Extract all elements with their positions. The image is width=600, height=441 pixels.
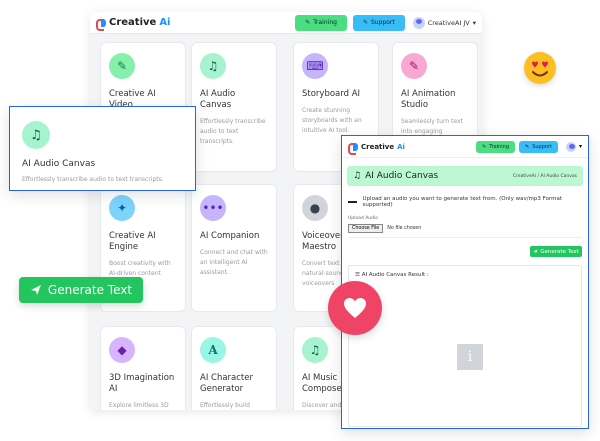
chat-icon: ✎: [482, 143, 487, 150]
training-button[interactable]: ✎ Training: [476, 140, 516, 153]
card-title: AI Character Generator: [200, 373, 253, 394]
generate-text-badge[interactable]: Generate Text: [19, 277, 143, 303]
music-note-icon: ♫: [200, 53, 226, 79]
card-title: AI Companion: [200, 231, 260, 241]
card-desc: Connect and chat with an intelligent AI …: [200, 249, 268, 276]
support-button[interactable]: ✎ Support: [352, 14, 405, 31]
tool-card-ai-companion[interactable]: ••• AI Companion Connect and chat with a…: [191, 184, 277, 312]
keyboard-icon: ⌨: [302, 53, 328, 79]
instruction-text: Upload an audio you want to generate tex…: [362, 196, 563, 208]
upload-label: Upload Audio: [348, 216, 378, 221]
tool-card-3d-imagination-ai[interactable]: ◆ 3D Imagination AI Explore limitless 3D: [100, 326, 186, 410]
generate-text-button-label: Generate Text: [540, 248, 579, 255]
page-title: ♫ AI Audio Canvas: [353, 171, 438, 181]
stage: Creative Ai ✎ Training ✎ Support Creative…: [0, 0, 600, 441]
heart-eyes-emoji-icon: [524, 52, 556, 84]
page-header: ♫ AI Audio Canvas CreativeAi / AI Audio …: [347, 166, 583, 186]
divider: [348, 237, 582, 238]
caret-down-icon: ▾: [472, 18, 476, 27]
result-title: ☰ AI Audio Canvas Result :: [355, 272, 429, 278]
cube-icon: ◆: [109, 337, 135, 363]
avatar: [412, 16, 425, 29]
support-button[interactable]: ✎ Support: [519, 140, 558, 153]
support-label: Support: [532, 143, 552, 150]
tool-card-ai-audio-canvas[interactable]: ♫ AI Audio Canvas Effortlessly transcrib…: [191, 42, 277, 172]
send-icon: [533, 249, 538, 254]
support-label: Support: [370, 18, 395, 26]
generate-text-button[interactable]: Generate Text: [530, 246, 582, 257]
upload-instruction: Upload an audio you want to generate tex…: [348, 196, 582, 208]
logo-icon: [348, 141, 358, 155]
training-label: Training: [313, 18, 337, 26]
card-title: 3D Imagination AI: [109, 373, 175, 394]
page-title-text: AI Audio Canvas: [365, 171, 439, 181]
music-note-icon: ♫: [22, 121, 50, 149]
info-placeholder-icon: i: [457, 344, 483, 370]
pen-icon: ✎: [401, 53, 427, 79]
highlighted-ai-audio-canvas-card[interactable]: ♫ AI Audio Canvas Effortlessly transcrib…: [9, 106, 196, 191]
lightbulb-icon: ✦: [109, 195, 135, 221]
pen-icon: ✎: [109, 53, 135, 79]
card-title: AI Audio Canvas: [200, 89, 236, 110]
choose-file-button[interactable]: Choose File: [348, 224, 384, 233]
chat-icon: •••: [200, 195, 226, 221]
logo-text: Creative: [361, 142, 395, 151]
card-desc: Effortlessly build: [200, 402, 250, 409]
card-desc: Effortlessly transcribe audio to text tr…: [200, 118, 266, 145]
avatar[interactable]: [565, 141, 576, 152]
user-name: CreativeAI JV: [427, 18, 470, 27]
breadcrumb[interactable]: CreativeAi / AI Audio Canvas: [513, 174, 577, 179]
chat-icon: ✎: [362, 18, 368, 26]
file-input[interactable]: Choose File No file chosen: [348, 224, 582, 233]
user-menu[interactable]: CreativeAI JV ▾: [412, 16, 476, 29]
card-desc: Boost creativity with AI-driven content: [109, 260, 171, 277]
heart-icon: [328, 281, 382, 335]
result-panel: ☰ AI Audio Canvas Result : i: [348, 265, 582, 427]
tool-card-ai-character-generator[interactable]: A AI Character Generator Effortlessly bu…: [191, 326, 277, 410]
foreground-topbar: Creative Ai ✎ Training ✎ Support ▾: [342, 136, 588, 158]
letter-a-icon: A: [200, 337, 226, 363]
training-label: Training: [489, 143, 510, 150]
card-desc: Seamlessly turn text into engaging: [401, 118, 463, 135]
training-button[interactable]: ✎ Training: [295, 14, 347, 31]
music-note-icon: ♫: [353, 171, 362, 181]
logo[interactable]: Creative Ai: [96, 17, 171, 31]
send-icon: [30, 285, 41, 295]
logo-ai-text: Ai: [397, 142, 405, 151]
logo-text: Creative: [109, 17, 157, 28]
logo[interactable]: Creative Ai: [348, 141, 405, 155]
card-title: Creative AI Engine: [109, 231, 156, 252]
dash-icon: [348, 201, 357, 203]
card-title: Storyboard AI: [302, 89, 361, 99]
background-topbar: Creative Ai ✎ Training ✎ Support Creative…: [90, 12, 482, 34]
generate-text-label: Generate Text: [47, 283, 133, 297]
music-note-icon: ♫: [302, 337, 328, 363]
microphone-icon: ●: [302, 195, 328, 221]
chat-icon: ✎: [525, 143, 530, 150]
card-title: AI Animation Studio: [401, 89, 456, 110]
card-title: AI Audio Canvas: [22, 159, 96, 169]
file-status: No file chosen: [387, 226, 422, 231]
caret-down-icon: ▾: [578, 143, 582, 150]
chat-icon: ✎: [305, 18, 311, 26]
card-desc: Create stunning storyboards with an intu…: [302, 107, 362, 134]
card-desc: Effortlessly transcribe audio to text tr…: [22, 176, 164, 183]
foreground-app-window: Creative Ai ✎ Training ✎ Support ▾ ♫ AI A…: [341, 135, 589, 429]
logo-icon: [96, 17, 106, 31]
logo-ai-text: Ai: [159, 17, 171, 28]
card-desc: Explore limitless 3D: [109, 402, 169, 409]
